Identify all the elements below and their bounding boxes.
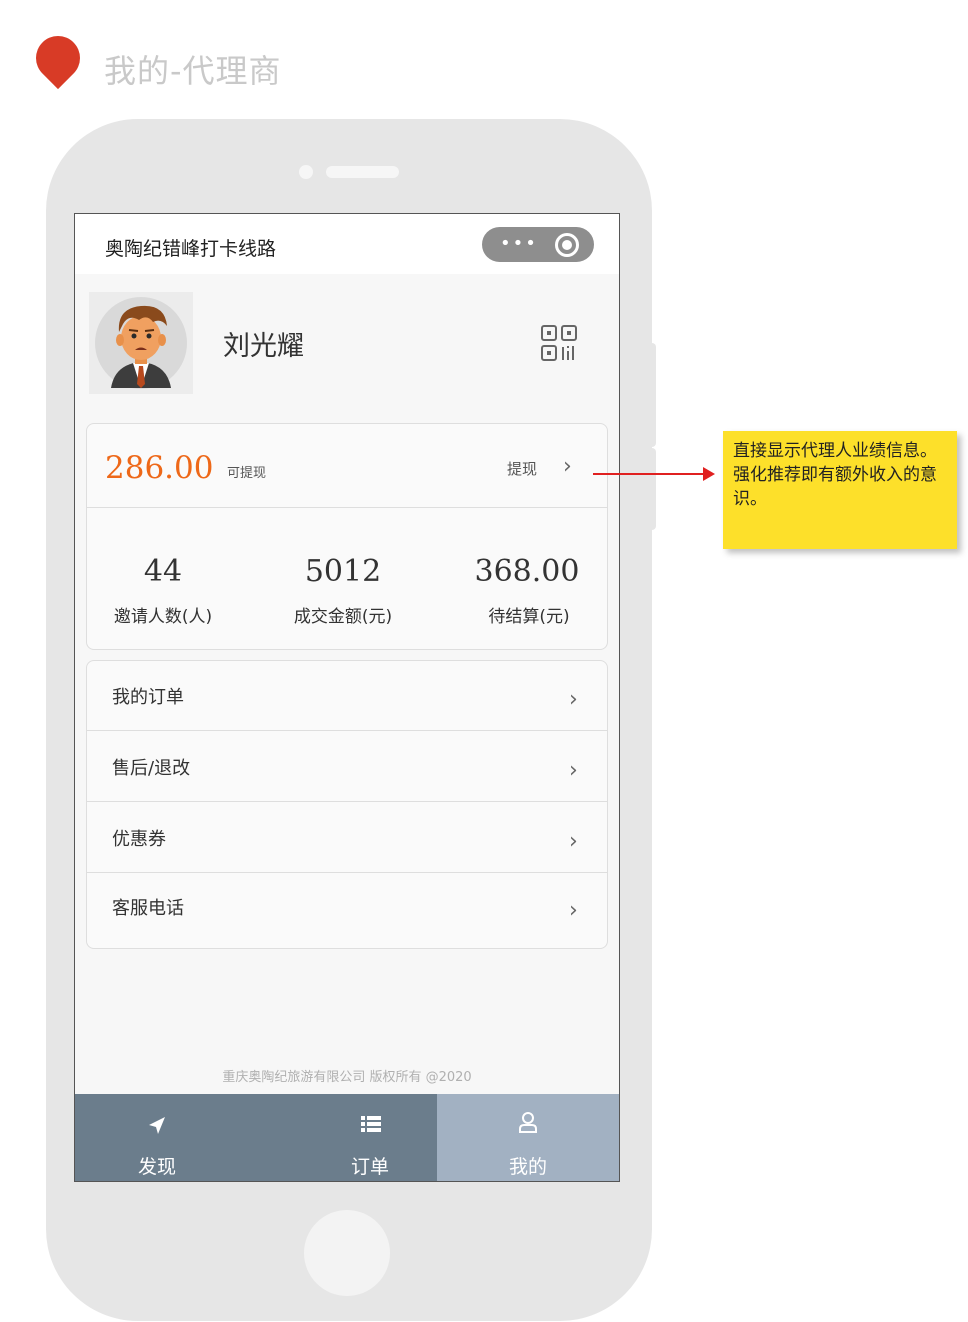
chevron-right-icon: › <box>569 898 578 923</box>
menu-item-customer-service[interactable]: 客服电话 › <box>87 873 607 943</box>
phone-speaker <box>326 166 399 178</box>
annotation-arrow <box>593 473 708 475</box>
more-icon[interactable]: ••• <box>500 235 538 253</box>
tab-label: 我的 <box>508 1156 547 1178</box>
annotation-note: 直接显示代理人业绩信息。强化推荐即有额外收入的意识。 <box>723 431 957 549</box>
close-miniapp-icon[interactable] <box>555 233 579 257</box>
menu-item-coupons[interactable]: 优惠券 › <box>87 803 607 873</box>
app-screen: 奥陶纪错峰打卡线路 ••• 刘光耀 286.00 可提现 提现 › 44 邀请人… <box>74 213 620 1182</box>
pending-settlement-value: 368.00 <box>474 554 580 589</box>
page-title: 我的-代理商 <box>104 52 282 90</box>
phone-home-button[interactable] <box>304 1210 390 1296</box>
tab-mine[interactable]: 我的 <box>437 1094 619 1181</box>
annotation-arrow-head <box>703 467 715 481</box>
withdraw-link[interactable]: 提现 <box>507 458 537 479</box>
menu-item-my-orders[interactable]: 我的订单 › <box>87 661 607 731</box>
menu-item-label: 我的订单 <box>112 687 184 708</box>
tab-bar: 发现 订单 我的 <box>75 1094 619 1181</box>
qrcode-icon[interactable] <box>540 324 578 362</box>
avatar[interactable] <box>89 292 193 394</box>
copyright-footer: 重庆奥陶纪旅游有限公司 版权所有 @2020 <box>222 1070 472 1085</box>
tab-discover[interactable]: 发现 <box>75 1094 239 1181</box>
invite-count-label: 邀请人数(人) <box>113 607 213 627</box>
menu-item-after-sales[interactable]: 售后/退改 › <box>87 732 607 802</box>
menu-item-label: 优惠券 <box>112 829 166 850</box>
divider <box>87 507 607 508</box>
invite-count-value: 44 <box>143 554 183 589</box>
phone-side-button <box>648 448 656 530</box>
miniapp-navbar: 奥陶纪错峰打卡线路 ••• <box>75 214 619 274</box>
user-icon <box>519 1112 537 1133</box>
balance-amount: 286.00 <box>105 450 214 486</box>
deal-amount-value: 5012 <box>304 554 382 589</box>
deal-amount-label: 成交金额(元) <box>293 607 393 627</box>
menu-item-label: 客服电话 <box>112 898 184 919</box>
chevron-right-icon: › <box>569 829 578 854</box>
chevron-right-icon: › <box>569 687 578 712</box>
tab-label: 发现 <box>137 1156 176 1178</box>
user-name: 刘光耀 <box>223 331 304 362</box>
balance-label: 可提现 <box>227 466 267 481</box>
menu-card: 我的订单 › 售后/退改 › 优惠券 › 客服电话 › <box>86 660 608 949</box>
tab-orders[interactable]: 订单 <box>285 1094 455 1181</box>
location-pin-icon <box>26 26 90 90</box>
menu-item-label: 售后/退改 <box>112 758 191 779</box>
phone-camera <box>299 165 313 179</box>
wallet-card: 286.00 可提现 提现 › 44 邀请人数(人) 5012 成交金额(元) … <box>86 423 608 650</box>
list-icon <box>361 1116 381 1132</box>
phone-side-button <box>648 343 656 447</box>
pending-settlement-label: 待结算(元) <box>488 607 570 627</box>
navigation-arrow-icon <box>149 1117 165 1134</box>
chevron-right-icon: › <box>569 758 578 783</box>
chevron-right-icon[interactable]: › <box>563 454 572 479</box>
miniapp-title: 奥陶纪错峰打卡线路 <box>105 238 277 260</box>
miniapp-capsule[interactable]: ••• <box>482 227 594 262</box>
avatar-icon <box>95 297 187 389</box>
tab-label: 订单 <box>350 1156 389 1178</box>
